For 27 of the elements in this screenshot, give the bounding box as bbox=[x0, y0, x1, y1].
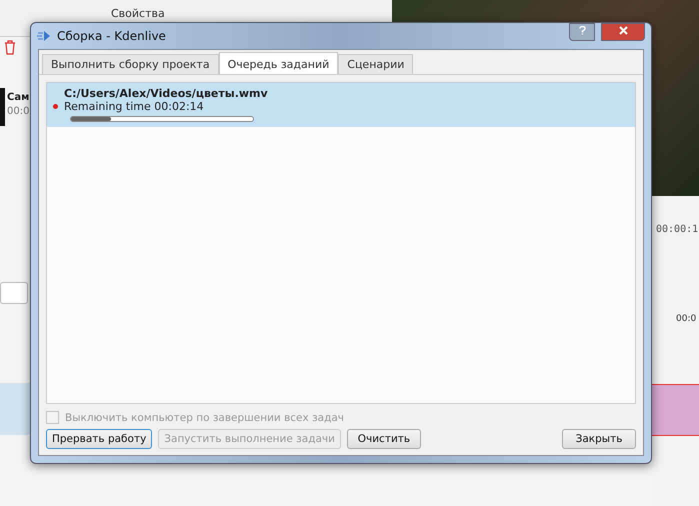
ruler-timecode: 00:0 bbox=[676, 314, 696, 324]
track-background bbox=[0, 383, 32, 435]
job-item[interactable]: C:/Users/Alex/Videos/цветы.wmv Remaining time 00:02:14 bbox=[47, 83, 635, 127]
clip-time: 00:0 bbox=[7, 106, 30, 117]
job-path: C:/Users/Alex/Videos/цветы.wmv bbox=[64, 87, 268, 100]
monitor-timecode: 00:00:1 bbox=[656, 224, 698, 235]
job-status: Remaining time 00:02:14 bbox=[64, 100, 205, 113]
dialog-button[interactable]: Закрыть bbox=[562, 429, 636, 449]
panel-title: Свойства bbox=[111, 7, 165, 20]
checkbox-label: Выключить компьютер по завершении всех задач bbox=[65, 412, 344, 424]
tab[interactable]: Сценарии bbox=[338, 54, 414, 74]
trash-icon bbox=[4, 40, 16, 55]
dropdown[interactable] bbox=[0, 282, 28, 304]
running-icon bbox=[53, 104, 58, 109]
help-icon bbox=[578, 26, 586, 35]
app-icon bbox=[37, 30, 51, 42]
clip-name: Сам bbox=[7, 92, 30, 103]
help-button[interactable] bbox=[569, 23, 595, 41]
tab[interactable]: Очередь заданий bbox=[218, 52, 338, 74]
close-icon bbox=[618, 26, 628, 35]
dialog-button[interactable]: Очистить bbox=[346, 429, 421, 449]
tab[interactable]: Выполнить сборку проекта bbox=[42, 54, 219, 74]
timeline-clip bbox=[652, 384, 699, 436]
window-title: Сборка - Kdenlive bbox=[57, 29, 167, 43]
clip-thumbnail bbox=[0, 88, 5, 126]
close-button[interactable] bbox=[601, 23, 645, 41]
dialog-button[interactable]: Прервать работу bbox=[46, 429, 152, 449]
